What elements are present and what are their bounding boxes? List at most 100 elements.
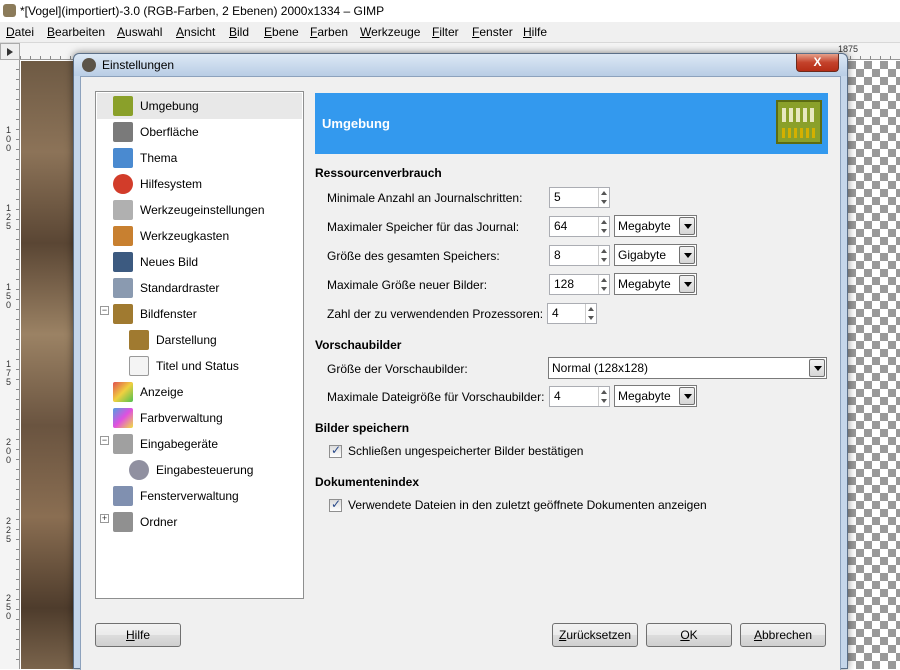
tree-item-anzeige[interactable]: Anzeige (113, 379, 183, 405)
tree-item-thema[interactable]: Thema (113, 145, 177, 171)
menu-auswahl[interactable]: Auswahl (117, 25, 162, 39)
processors-spinner[interactable]: 4 (547, 303, 597, 324)
spin-arrows-icon[interactable] (598, 188, 609, 207)
reset-button[interactable]: Zurücksetzen (552, 623, 638, 647)
menu-bearbeiten[interactable]: Bearbeiten (47, 25, 105, 39)
tree-item-standardraster[interactable]: Standardraster (113, 275, 219, 301)
page-banner: Umgebung (315, 93, 828, 154)
menu-farben[interactable]: Farben (310, 25, 348, 39)
chevron-down-icon[interactable] (679, 275, 695, 293)
image-canvas[interactable] (21, 61, 81, 669)
tree-item-label: Darstellung (156, 333, 217, 347)
ruler-digit: 2 2 5 (6, 516, 12, 544)
menu-bild[interactable]: Bild (229, 25, 249, 39)
collapse-bildfenster-icon[interactable]: − (100, 306, 109, 315)
toolbox-icon (113, 226, 133, 246)
menu-ebene[interactable]: Ebene (264, 25, 299, 39)
category-tree: Umgebung Oberfläche Thema Hilfesystem We… (95, 91, 304, 599)
recent-docs-checkbox[interactable] (329, 497, 342, 512)
thumbnail-filesize-spinner[interactable]: 4 (549, 386, 610, 407)
help-button[interactable]: Hilfe (95, 623, 181, 647)
undo-memory-spinner[interactable]: 64 (549, 216, 610, 237)
new-image-icon (113, 252, 133, 272)
title-status-icon (129, 356, 149, 376)
ruler-digit: 2 0 0 (6, 437, 12, 465)
collapse-eingabegeraete-icon[interactable]: − (100, 436, 109, 445)
thumbnail-size-label: Größe der Vorschaubilder: (327, 362, 468, 376)
chevron-down-icon[interactable] (679, 246, 695, 264)
tree-item-label: Ordner (140, 515, 178, 529)
tree-item-label: Neues Bild (140, 255, 199, 269)
close-button[interactable]: X (796, 54, 839, 72)
cancel-button[interactable]: Abbrechen (740, 623, 826, 647)
menu-datei[interactable]: Datei (6, 25, 34, 39)
tool-options-icon (113, 200, 133, 220)
quick-mask-toggle[interactable] (0, 43, 20, 60)
spin-arrows-icon[interactable] (585, 304, 596, 323)
tree-item-oberflaeche[interactable]: Oberfläche (113, 119, 199, 145)
transparent-canvas-area (840, 61, 900, 669)
tile-cache-value: 8 (554, 248, 561, 262)
tree-item-label: Werkzeugkasten (140, 229, 230, 243)
wilber-icon (82, 58, 96, 72)
tree-item-umgebung[interactable]: Umgebung (97, 93, 302, 119)
chevron-down-icon[interactable] (679, 387, 695, 405)
spin-arrows-icon[interactable] (598, 275, 609, 294)
tree-item-neues-bild[interactable]: Neues Bild (113, 249, 198, 275)
tree-item-farbverwaltung[interactable]: Farbverwaltung (113, 405, 223, 431)
ruler-digit: 2 5 0 (6, 593, 12, 621)
ok-button[interactable]: OK (646, 623, 732, 647)
new-image-size-value: 128 (554, 277, 575, 291)
chevron-down-icon[interactable] (679, 217, 695, 235)
tree-item-werkzeugeinstellungen[interactable]: Werkzeugeinstellungen (113, 197, 265, 223)
expand-ordner-icon[interactable]: + (100, 514, 109, 523)
menu-hilfe[interactable]: Hilfe (523, 25, 547, 39)
section-resources: Ressourcenverbrauch (315, 166, 442, 180)
section-docindex: Dokumentenindex (315, 475, 420, 489)
tile-cache-label: Größe des gesamten Speichers: (327, 249, 500, 263)
tree-item-werkzeugkasten[interactable]: Werkzeugkasten (113, 223, 229, 249)
spin-arrows-icon[interactable] (598, 246, 609, 265)
chip-icon (113, 96, 133, 116)
tree-item-ordner[interactable]: Ordner (113, 509, 177, 535)
thumbnail-size-select[interactable]: Normal (128x128) (548, 357, 827, 379)
confirm-close-checkbox[interactable] (329, 443, 342, 458)
tree-item-eingabegeraete[interactable]: Eingabegeräte (113, 431, 218, 457)
new-image-unit-select[interactable]: Megabyte (614, 273, 697, 295)
menu-ansicht[interactable]: Ansicht (176, 25, 215, 39)
tree-item-darstellung[interactable]: Darstellung (129, 327, 217, 353)
processors-label: Zahl der zu verwendenden Prozessoren: (327, 307, 544, 321)
recent-docs-row[interactable]: Verwendete Dateien in den zuletzt geöffn… (329, 497, 707, 512)
undo-memory-value: 64 (554, 219, 568, 233)
undo-levels-spinner[interactable]: 5 (549, 187, 610, 208)
spin-arrows-icon[interactable] (598, 217, 609, 236)
tree-item-hilfesystem[interactable]: Hilfesystem (113, 171, 202, 197)
tree-item-titel-und-status[interactable]: Titel und Status (129, 353, 239, 379)
menu-filter[interactable]: Filter (432, 25, 459, 39)
spin-arrows-icon[interactable] (598, 387, 609, 406)
gimp-app-icon (3, 4, 16, 17)
tree-item-bildfenster[interactable]: Bildfenster (113, 301, 197, 327)
unit-value: Megabyte (618, 277, 671, 291)
tree-item-label: Fensterverwaltung (140, 489, 239, 503)
confirm-close-row[interactable]: Schließen ungespeicherter Bilder bestäti… (329, 443, 583, 458)
dialog-titlebar[interactable]: Einstellungen X (74, 54, 847, 76)
chevron-down-icon[interactable] (809, 359, 825, 377)
menu-fenster[interactable]: Fenster (472, 25, 513, 39)
color-management-icon (113, 408, 133, 428)
input-controllers-icon (129, 460, 149, 480)
new-image-size-spinner[interactable]: 128 (549, 274, 610, 295)
tree-item-label: Eingabegeräte (140, 437, 219, 451)
thumbnail-filesize-unit-select[interactable]: Megabyte (614, 385, 697, 407)
tree-item-fensterverwaltung[interactable]: Fensterverwaltung (113, 483, 239, 509)
tree-item-label: Thema (140, 151, 178, 165)
menu-werkzeuge[interactable]: Werkzeuge (360, 25, 420, 39)
ruler-digit: 1 7 5 (6, 359, 12, 387)
tile-cache-spinner[interactable]: 8 (549, 245, 610, 266)
ruler-digit: 1 5 0 (6, 282, 12, 310)
tree-item-label: Oberfläche (140, 125, 199, 139)
tile-cache-unit-select[interactable]: Gigabyte (614, 244, 697, 266)
unit-value: Gigabyte (618, 248, 667, 262)
undo-memory-unit-select[interactable]: Megabyte (614, 215, 697, 237)
tree-item-eingabesteuerung[interactable]: Eingabesteuerung (129, 457, 253, 483)
